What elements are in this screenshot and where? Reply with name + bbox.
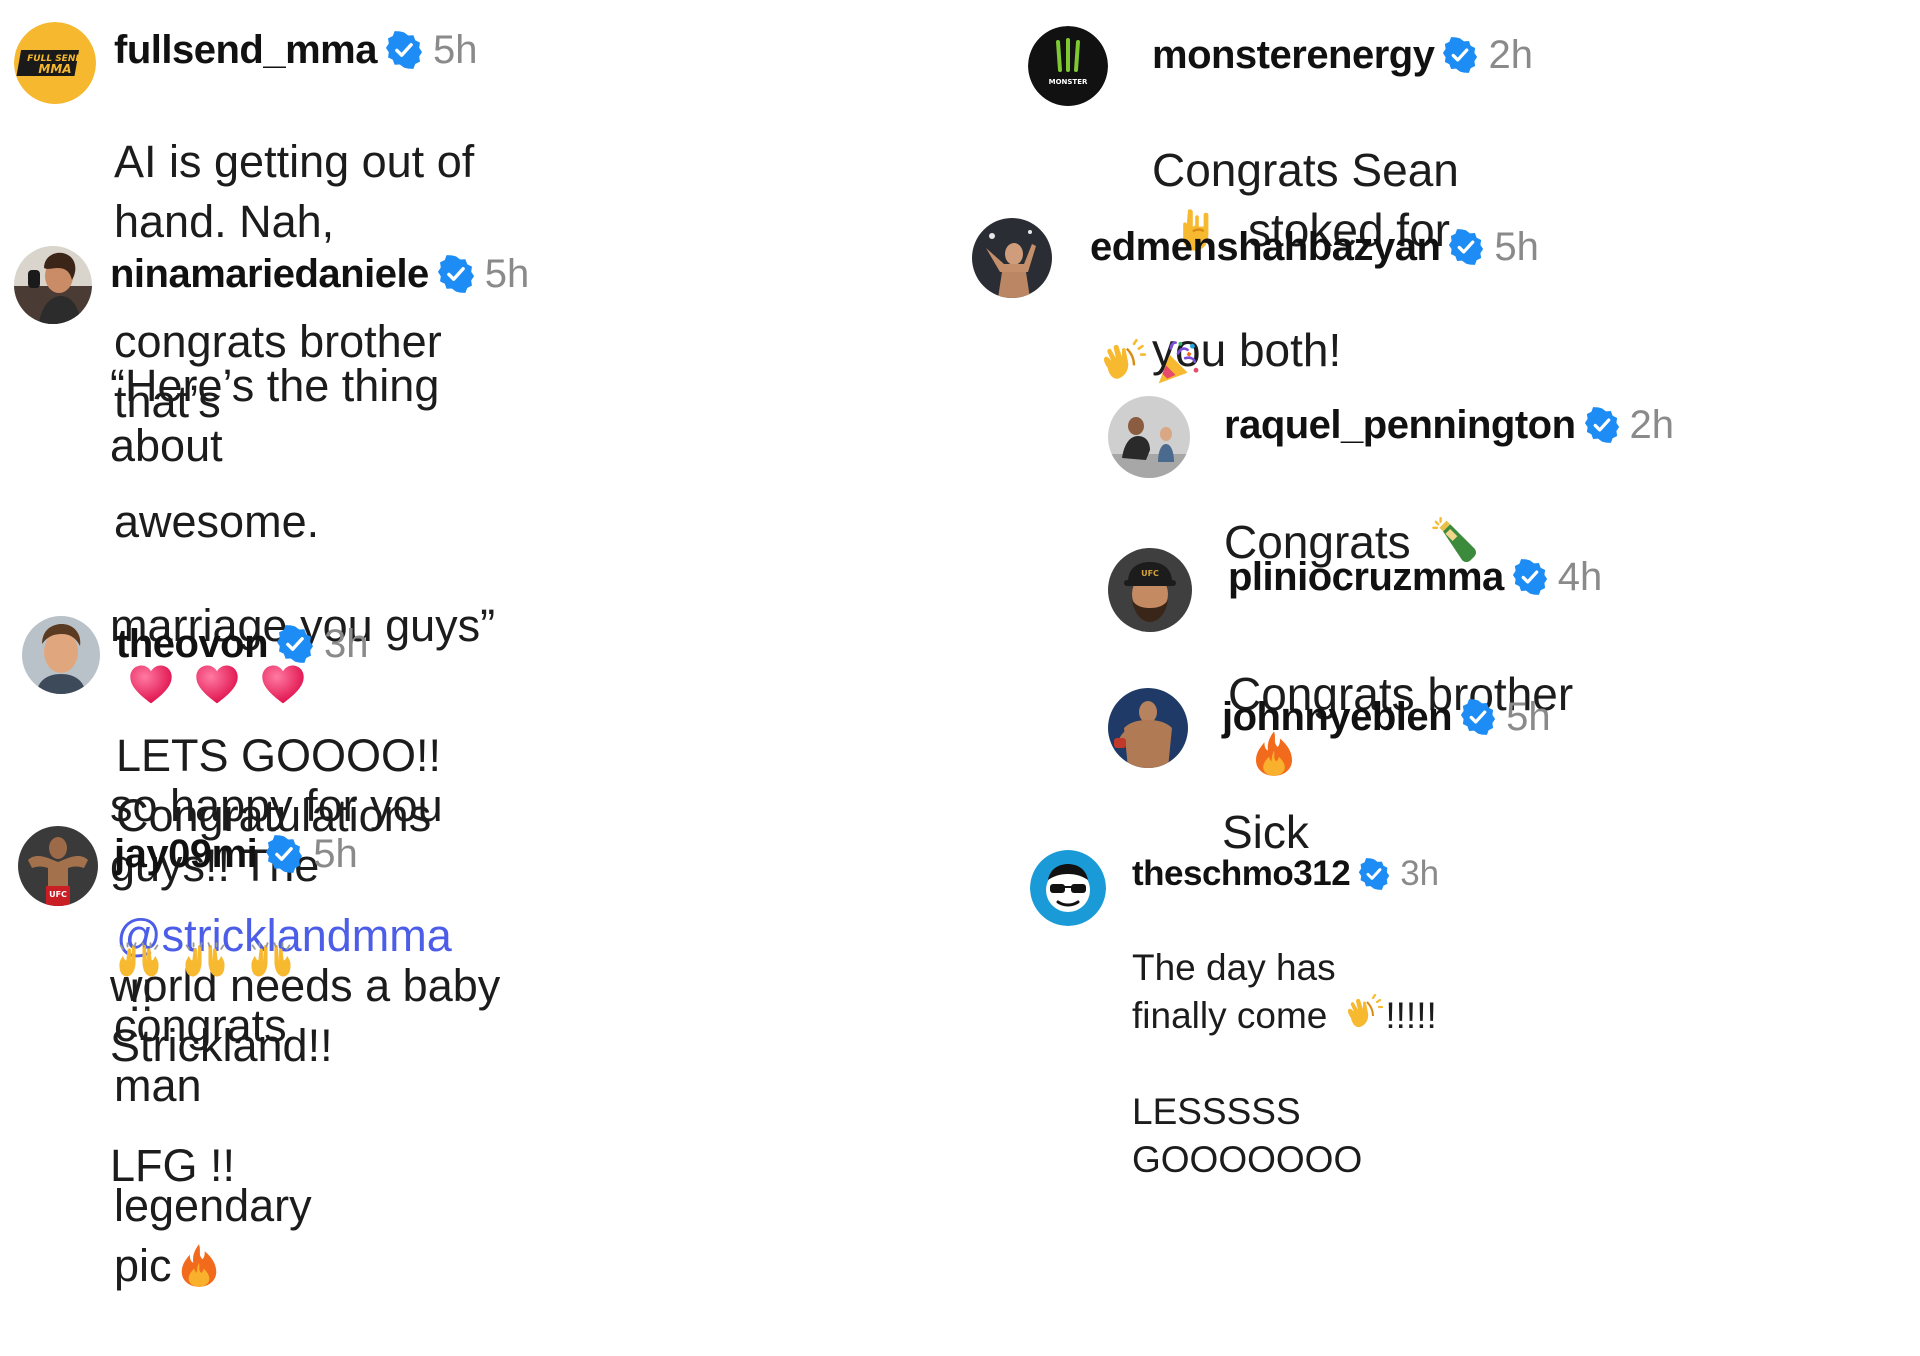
verified-badge-icon: [1358, 858, 1390, 890]
avatar-text: MONSTER: [1049, 78, 1088, 86]
comment-header: theschmo312 3h: [1132, 850, 1439, 898]
username[interactable]: jay09mi: [114, 832, 258, 877]
avatar[interactable]: UFC: [18, 826, 98, 906]
comment-line: LESSSSS GOOOOOOO: [1132, 1091, 1363, 1180]
comment-header: theovon 3h: [116, 616, 452, 672]
comment-line-text: The day has finally come: [1132, 947, 1336, 1036]
monster-energy-logo-icon: MONSTER: [1028, 26, 1108, 106]
comment-line: legendary pic: [114, 1176, 358, 1296]
verified-badge-icon: [437, 255, 475, 293]
avatar[interactable]: [972, 218, 1052, 298]
avatar[interactable]: [1108, 688, 1188, 768]
avatar[interactable]: [1030, 850, 1106, 926]
avatar[interactable]: UFC: [1108, 548, 1192, 632]
avatar-photo-icon: [972, 218, 1052, 298]
username[interactable]: theschmo312: [1132, 854, 1351, 894]
avatar-text: UFC: [49, 890, 67, 899]
verified-badge-icon: [1460, 699, 1496, 735]
raising-hands-icon: [116, 942, 162, 988]
verified-badge-icon: [1512, 559, 1548, 595]
avatar-text: UFC: [1141, 569, 1159, 578]
verified-badge-icon: [1584, 407, 1620, 443]
avatar[interactable]: FULL SEND MMA: [14, 22, 96, 104]
comment-line: The day has finally come!!!!!: [1132, 944, 1439, 1040]
avatar-photo-icon: [14, 246, 92, 324]
comment-header: ninamariedaniele 5h: [110, 246, 529, 302]
timestamp[interactable]: 2h: [1488, 33, 1533, 78]
comment-text: The day has finally come!!!!! LESSSSS GO…: [1132, 896, 1439, 1232]
clapping-hands-icon: [1098, 339, 1146, 387]
avatar-photo-icon: [1108, 396, 1190, 478]
username[interactable]: fullsend_mma: [114, 28, 377, 73]
cartoon-face-icon: [1030, 850, 1106, 926]
avatar[interactable]: [14, 246, 92, 324]
avatar[interactable]: MONSTER: [1028, 26, 1108, 106]
timestamp[interactable]: 2h: [1630, 403, 1675, 448]
avatar-photo-icon: [1108, 688, 1188, 768]
fire-icon: [176, 1242, 222, 1288]
raising-hands-icon: [248, 942, 294, 988]
comment-line: [1090, 334, 1539, 394]
comment-line-text: congrats man: [114, 1000, 287, 1111]
avatar[interactable]: [1108, 396, 1190, 478]
avatar-photo-icon: UFC: [18, 826, 98, 906]
avatar-photo-icon: [22, 616, 100, 694]
avatar-photo-icon: UFC: [1108, 548, 1192, 632]
party-popper-icon: [1154, 339, 1202, 387]
timestamp[interactable]: 5h: [485, 252, 530, 297]
username[interactable]: raquel_pennington: [1224, 403, 1576, 448]
comment-header: edmenshahbazyan 5h: [1090, 218, 1539, 276]
comment-line-text: Congrats Sean: [1152, 144, 1459, 196]
timestamp[interactable]: 5h: [433, 28, 478, 73]
comment-header: johnnyeblen 5h: [1222, 688, 1551, 746]
avatar[interactable]: [22, 616, 100, 694]
verified-badge-icon: [276, 625, 314, 663]
avatar-text: MMA: [38, 62, 71, 76]
username[interactable]: theovon: [116, 622, 269, 667]
verified-badge-icon: [265, 835, 303, 873]
timestamp[interactable]: 4h: [1558, 555, 1603, 600]
timestamp[interactable]: 3h: [324, 622, 369, 667]
verified-badge-icon: [1442, 37, 1478, 73]
comment-header: monsterenergy 2h: [1152, 26, 1533, 84]
comment-header: fullsend_mma 5h: [114, 22, 477, 78]
verified-badge-icon: [1448, 229, 1484, 265]
comment-header: jay09mi 5h: [114, 826, 358, 882]
fullsend-mma-logo-icon: FULL SEND MMA: [14, 22, 96, 104]
username[interactable]: monsterenergy: [1152, 33, 1435, 78]
clapping-hands-icon: [1343, 994, 1383, 1034]
username[interactable]: johnnyeblen: [1222, 695, 1453, 740]
timestamp[interactable]: 3h: [1400, 854, 1439, 894]
comment-header: pliniocruzmma 4h: [1228, 548, 1602, 606]
timestamp[interactable]: 5h: [1506, 695, 1551, 740]
comment-header: raquel_pennington 2h: [1224, 396, 1674, 454]
timestamp[interactable]: 5h: [1494, 225, 1539, 270]
username[interactable]: pliniocruzmma: [1228, 555, 1504, 600]
comment-text: congrats man legendary pic: [114, 876, 358, 1356]
comment-line-text: !!!!!: [1385, 995, 1437, 1036]
raising-hands-icon: [182, 942, 228, 988]
comment-line: AI is getting out of hand. Nah,: [114, 136, 475, 247]
verified-badge-icon: [385, 31, 423, 69]
username[interactable]: edmenshahbazyan: [1090, 225, 1441, 270]
comment-line: “Here’s the thing about: [110, 360, 440, 471]
comment-line: congrats man: [114, 936, 358, 1116]
timestamp[interactable]: 5h: [313, 832, 358, 877]
username[interactable]: ninamariedaniele: [110, 252, 429, 297]
